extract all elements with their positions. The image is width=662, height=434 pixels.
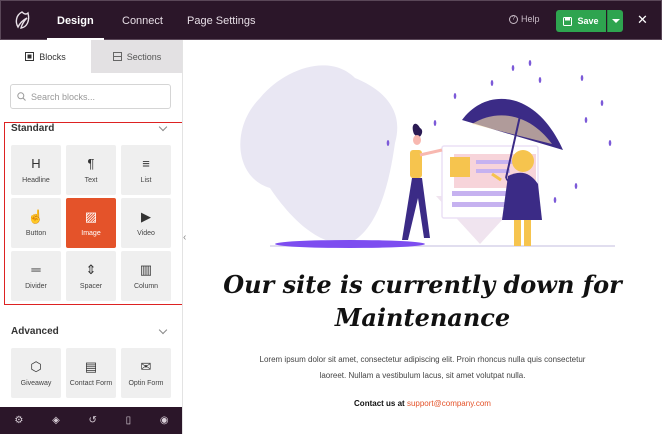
tab-sections-label: Sections [126, 51, 162, 62]
optin-form-icon: ✉ [140, 358, 152, 374]
search-placeholder: Search blocks... [31, 91, 96, 102]
contact-email-link[interactable]: support@company.com [407, 399, 491, 408]
spacer-icon: ⇕ [85, 261, 97, 277]
block-video[interactable]: ▶ Video [121, 198, 171, 248]
block-label: Optin Form [128, 379, 164, 387]
image-icon: ▨ [84, 208, 98, 224]
block-image[interactable]: ▨ Image [66, 198, 116, 248]
bottom-toolbar: ⚙ ◈ ↺ ▯ ◉ [0, 407, 182, 434]
headline-icon: H [31, 155, 41, 171]
block-optin-form[interactable]: ✉ Optin Form [121, 348, 171, 398]
paragraph-line-1: Lorem ipsum dolor sit amet, consectetur … [259, 355, 586, 364]
chevron-down-icon[interactable] [158, 325, 168, 335]
tab-sections[interactable]: Sections [91, 40, 182, 73]
history-icon[interactable]: ↺ [89, 415, 97, 426]
sections-icon [112, 52, 122, 61]
contact-text[interactable]: Contact us at support@company.com [183, 399, 662, 408]
block-divider[interactable]: ═ Divider [11, 251, 61, 301]
help-link[interactable]: ? Help [509, 14, 540, 24]
seedprod-logo-icon[interactable] [11, 9, 33, 31]
tab-blocks-label: Blocks [39, 51, 66, 62]
tab-page-settings[interactable]: Page Settings [187, 1, 256, 41]
headline-line-2: Maintenance [334, 303, 511, 332]
blocks-icon [25, 52, 35, 61]
save-label: Save [577, 16, 599, 26]
help-label: Help [521, 14, 540, 24]
divider-icon: ═ [31, 261, 41, 277]
save-dropdown-button[interactable] [607, 10, 623, 32]
tab-blocks[interactable]: Blocks [0, 40, 91, 73]
headline-line-1: Our site is currently down for [223, 270, 622, 299]
maintenance-illustration [240, 60, 615, 248]
giveaway-icon: ⬡ [30, 358, 42, 374]
search-input[interactable]: Search blocks... [10, 84, 171, 109]
collapse-sidebar-icon[interactable]: ‹ [183, 232, 186, 243]
block-spacer[interactable]: ⇕ Spacer [66, 251, 116, 301]
save-icon [563, 16, 573, 26]
mobile-preview-icon[interactable]: ▯ [126, 415, 132, 426]
block-headline[interactable]: H Headline [11, 145, 61, 195]
settings-gear-icon[interactable]: ⚙ [14, 415, 23, 426]
search-icon [17, 92, 26, 101]
block-button[interactable]: ☝ Button [11, 198, 61, 248]
block-label: Headline [22, 176, 50, 184]
preview-eye-icon[interactable]: ◉ [160, 415, 169, 426]
block-label: Contact Form [69, 379, 113, 387]
block-label: List [140, 176, 152, 184]
contact-label: Contact us at [354, 399, 405, 408]
sidebar: Blocks Sections Search blocks... Standar… [0, 40, 183, 434]
tab-design[interactable]: Design [47, 1, 104, 41]
list-icon: ≡ [142, 155, 150, 171]
block-giveaway[interactable]: ⬡ Giveaway [11, 348, 61, 398]
block-list[interactable]: ≡ List [121, 145, 171, 195]
text-icon: ¶ [87, 155, 95, 171]
page-headline[interactable]: Our site is currently down for Maintenan… [183, 268, 662, 334]
page-paragraph[interactable]: Lorem ipsum dolor sit amet, consectetur … [230, 352, 615, 384]
layers-icon[interactable]: ◈ [52, 415, 60, 426]
column-icon: ▥ [139, 261, 153, 277]
block-label: Video [137, 229, 155, 237]
block-label: Giveaway [20, 379, 52, 387]
block-label: Image [81, 229, 101, 237]
contact-form-icon: ▤ [84, 358, 98, 374]
block-label: Text [84, 176, 98, 184]
block-label: Column [133, 282, 159, 290]
section-advanced-title[interactable]: Advanced [11, 326, 59, 337]
block-contact-form[interactable]: ▤ Contact Form [66, 348, 116, 398]
block-label: Button [25, 229, 47, 237]
block-label: Divider [25, 282, 47, 290]
save-button[interactable]: Save [556, 10, 606, 32]
tab-connect[interactable]: Connect [122, 1, 163, 41]
top-bar: Design Connect Page Settings ? Help Save… [0, 0, 662, 41]
block-text[interactable]: ¶ Text [66, 145, 116, 195]
block-label: Spacer [79, 282, 103, 290]
close-icon[interactable]: ✕ [637, 12, 648, 28]
video-icon: ▶ [141, 208, 151, 224]
paragraph-line-2: laoreet. Nullam a vestibulum lacus, sit … [319, 371, 526, 380]
help-icon: ? [509, 14, 518, 24]
block-column[interactable]: ▥ Column [121, 251, 171, 301]
button-icon: ☝ [27, 208, 45, 224]
